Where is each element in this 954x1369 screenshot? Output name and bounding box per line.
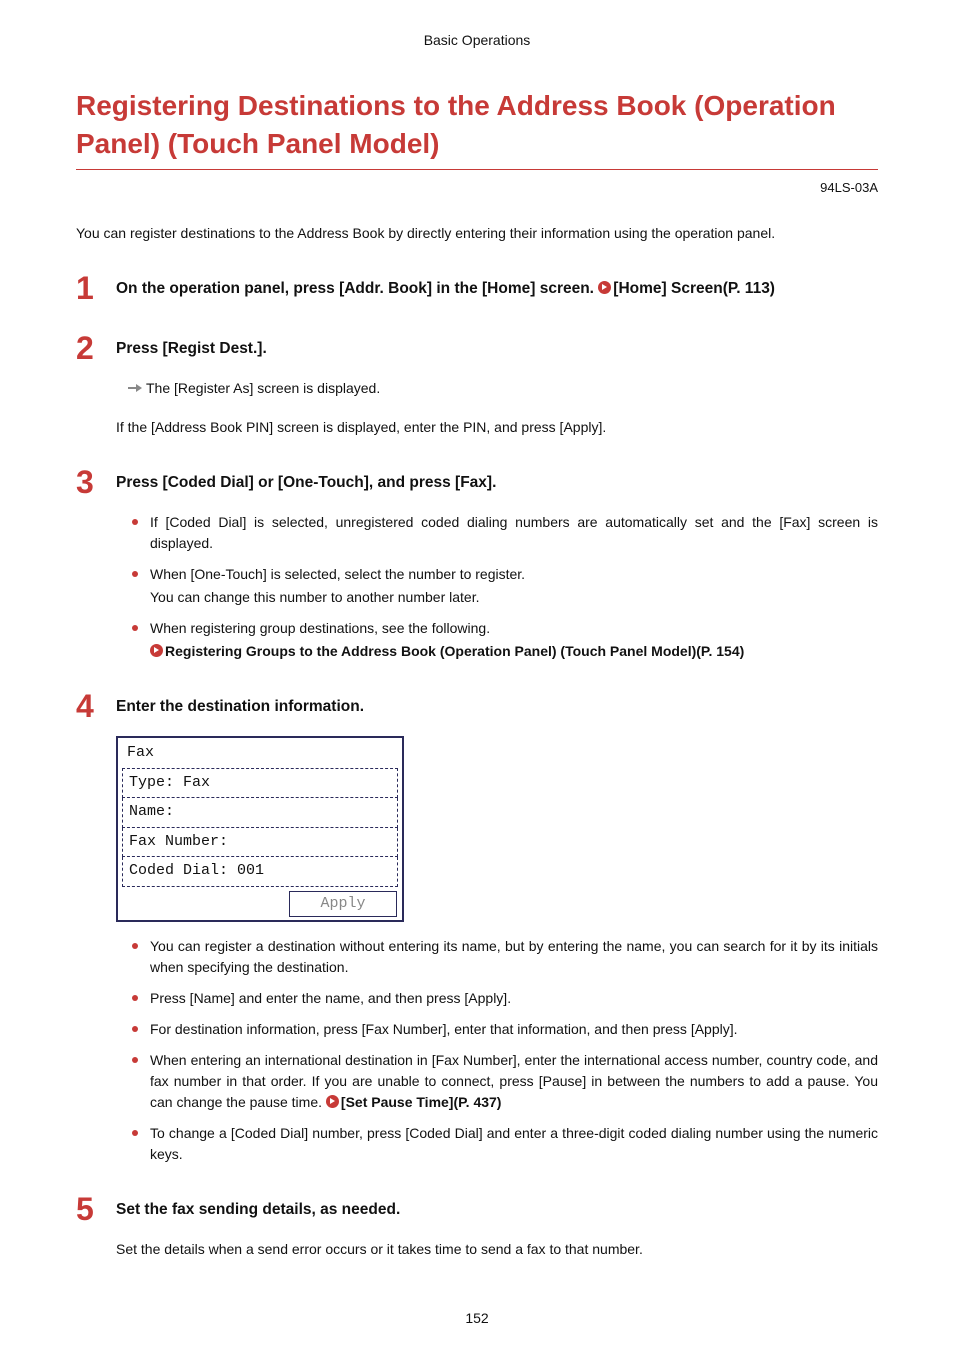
- cross-ref-link[interactable]: [Set Pause Time](P. 437): [341, 1094, 502, 1110]
- cross-ref-link[interactable]: Registering Groups to the Address Book (…: [165, 643, 744, 659]
- bullet-list: If [Coded Dial] is selected, unregistere…: [116, 512, 878, 662]
- step-1: 1 On the operation panel, press [Addr. B…: [76, 272, 878, 304]
- result-text: The [Register As] screen is displayed.: [146, 380, 380, 396]
- device-screenshot: Fax Type: Fax Name: Fax Number: Coded Di…: [116, 736, 404, 922]
- step-title: Press [Coded Dial] or [One-Touch], and p…: [116, 466, 496, 494]
- step-title: Press [Regist Dest.].: [116, 332, 267, 360]
- cross-ref-link[interactable]: [Home] Screen(P. 113): [613, 280, 775, 297]
- step-title: Enter the destination information.: [116, 690, 364, 718]
- link-icon: [598, 281, 611, 294]
- list-item: If [Coded Dial] is selected, unregistere…: [132, 512, 878, 554]
- bullet-list: You can register a destination without e…: [116, 936, 878, 1165]
- screen-row-fax-number[interactable]: Fax Number:: [122, 828, 398, 858]
- screen-title: Fax: [121, 740, 399, 767]
- link-icon: [326, 1095, 339, 1108]
- page-number: 152: [76, 1308, 878, 1329]
- result-line: The [Register As] screen is displayed.: [116, 378, 878, 399]
- list-item-text: When [One-Touch] is selected, select the…: [150, 566, 525, 582]
- list-item: For destination information, press [Fax …: [132, 1019, 878, 1040]
- screen-row-coded-dial[interactable]: Coded Dial: 001: [122, 857, 398, 887]
- step-5: 5 Set the fax sending details, as needed…: [76, 1193, 878, 1260]
- list-item: Press [Name] and enter the name, and the…: [132, 988, 878, 1009]
- list-item: When [One-Touch] is selected, select the…: [132, 564, 878, 608]
- title-block: Registering Destinations to the Address …: [76, 87, 878, 170]
- list-item: You can register a destination without e…: [132, 936, 878, 978]
- link-icon: [150, 644, 163, 657]
- document-code: 94LS-03A: [76, 178, 878, 198]
- list-item-text: When registering group destinations, see…: [150, 620, 490, 636]
- step-title-text: On the operation panel, press [Addr. Boo…: [116, 280, 598, 297]
- screen-row-name[interactable]: Name:: [122, 798, 398, 828]
- result-arrow-icon: [128, 385, 142, 391]
- intro-text: You can register destinations to the Add…: [76, 223, 878, 244]
- step-number: 5: [76, 1193, 102, 1225]
- section-header: Basic Operations: [76, 30, 878, 51]
- list-item: When entering an international destinati…: [132, 1050, 878, 1113]
- step-title: On the operation panel, press [Addr. Boo…: [116, 272, 775, 300]
- list-item: To change a [Coded Dial] number, press […: [132, 1123, 878, 1165]
- list-item-subtext: You can change this number to another nu…: [150, 587, 878, 608]
- step-number: 1: [76, 272, 102, 304]
- list-item: When registering group destinations, see…: [132, 618, 878, 662]
- apply-button[interactable]: Apply: [289, 891, 397, 918]
- step-number: 2: [76, 332, 102, 364]
- note-text: If the [Address Book PIN] screen is disp…: [116, 417, 878, 438]
- step-number: 3: [76, 466, 102, 498]
- page-title: Registering Destinations to the Address …: [76, 87, 878, 163]
- list-item-text: When entering an international destinati…: [150, 1052, 878, 1110]
- step-2: 2 Press [Regist Dest.]. The [Register As…: [76, 332, 878, 438]
- screen-row-type[interactable]: Type: Fax: [122, 768, 398, 799]
- step-number: 4: [76, 690, 102, 722]
- step-4: 4 Enter the destination information. Fax…: [76, 690, 878, 1165]
- step-title: Set the fax sending details, as needed.: [116, 1193, 400, 1221]
- step-paragraph: Set the details when a send error occurs…: [116, 1239, 878, 1260]
- step-3: 3 Press [Coded Dial] or [One-Touch], and…: [76, 466, 878, 662]
